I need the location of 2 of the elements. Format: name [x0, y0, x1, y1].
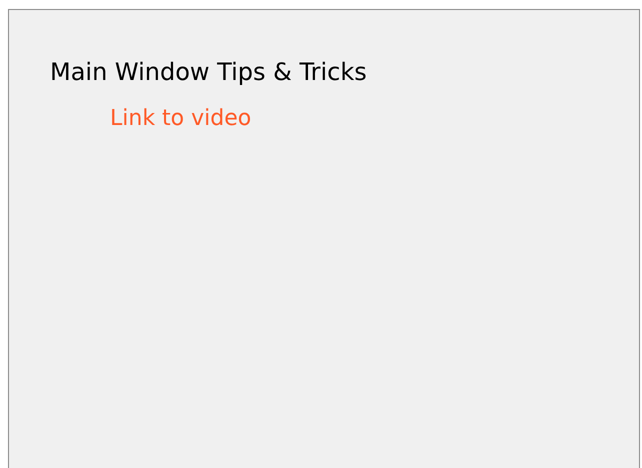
panel-title: Main Window Tips & Tricks [50, 57, 367, 87]
video-link[interactable]: Link to video [110, 105, 252, 133]
